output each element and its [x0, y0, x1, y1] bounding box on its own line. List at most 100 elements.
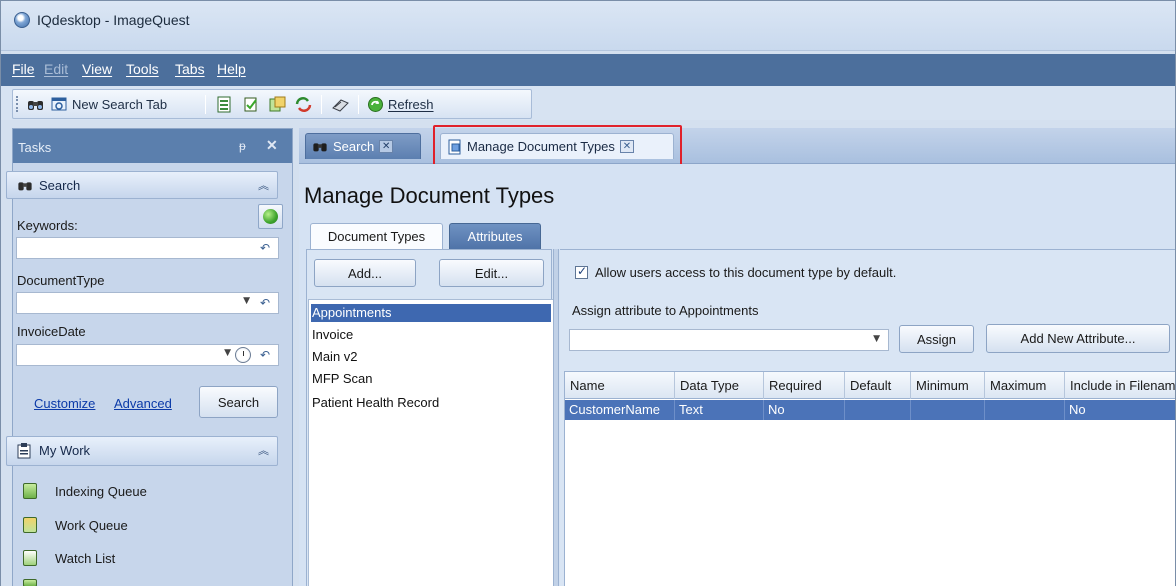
add-new-attribute-button[interactable]: Add New Attribute... — [986, 324, 1170, 353]
page-title: Manage Document Types — [304, 183, 555, 208]
document-type-label: DocumentType — [17, 273, 105, 288]
menu-bar: File Edit View Tools Tabs Help — [1, 54, 1175, 86]
assign-button[interactable]: Assign — [899, 325, 974, 353]
refresh-icon — [368, 96, 383, 112]
search-section-header[interactable]: Search ︽ — [6, 171, 278, 199]
undo-icon[interactable]: ↶ — [260, 296, 270, 310]
column-header-include-in-filename[interactable]: Include in Filename — [1065, 372, 1175, 399]
my-work-item-work-queue[interactable]: Work Queue — [55, 518, 128, 533]
work-queue-toolbar-button[interactable] — [269, 95, 286, 113]
menu-tabs[interactable]: Tabs — [175, 61, 205, 77]
document-types-list: Appointments Invoice Main v2 MFP Scan Pa… — [308, 299, 555, 586]
list-item[interactable]: Invoice — [311, 326, 551, 344]
clipboard-icon — [17, 443, 31, 459]
cell-include-in-filename: No — [1065, 400, 1175, 420]
my-work-item-watch-list[interactable]: Watch List — [55, 551, 115, 566]
undo-icon[interactable]: ↶ — [260, 241, 270, 255]
tab-attributes[interactable]: Attributes — [449, 223, 541, 249]
collapse-chevron-icon[interactable]: ︽ — [258, 442, 269, 458]
my-work-section-header[interactable]: My Work ︽ — [6, 436, 278, 466]
window-title: IQdesktop - ImageQuest — [37, 12, 190, 28]
invoice-date-picker[interactable]: ▼ ↶ — [16, 344, 279, 366]
tasks-pane-header: Tasks ᵽ ✕ — [13, 129, 292, 163]
new-search-tab-label: New Search Tab — [72, 96, 168, 112]
column-header-maximum[interactable]: Maximum — [985, 372, 1065, 399]
toolbar: New Search Tab Refresh — [12, 89, 532, 119]
toolbar-separator — [205, 95, 206, 114]
collapse-chevron-icon[interactable]: ︽ — [258, 177, 269, 193]
attributes-grid: Name Data Type Required Default Minimum … — [564, 371, 1175, 586]
close-tab-icon[interactable]: ✕ — [379, 140, 394, 153]
clock-icon[interactable] — [235, 347, 251, 363]
edit-button[interactable]: Edit... — [439, 259, 544, 287]
keywords-label: Keywords: — [17, 218, 78, 233]
pin-icon[interactable]: ᵽ — [239, 139, 246, 153]
my-work-next-icon — [23, 579, 37, 586]
search-section-title: Search — [39, 178, 81, 193]
allow-access-label: Allow users access to this document type… — [595, 265, 897, 280]
add-button[interactable]: Add... — [314, 259, 416, 287]
sync-button[interactable] — [295, 95, 312, 113]
list-item[interactable]: Main v2 — [311, 348, 551, 366]
grid-header-row: Name Data Type Required Default Minimum … — [565, 372, 1175, 399]
search-button[interactable]: Search — [199, 386, 278, 418]
column-header-name[interactable]: Name — [565, 372, 675, 399]
tab-search-label: Search — [333, 139, 375, 154]
tab-search[interactable]: Search ✕ — [305, 133, 421, 159]
refresh-icon — [263, 209, 278, 224]
keywords-input[interactable]: ↶ — [16, 237, 279, 259]
tasks-pane-title: Tasks — [18, 140, 52, 155]
list-item[interactable]: Appointments — [311, 304, 551, 322]
panel-splitter[interactable] — [553, 249, 559, 586]
list-item[interactable]: MFP Scan — [311, 370, 551, 388]
advanced-link[interactable]: Advanced — [114, 396, 172, 411]
new-search-tab-button[interactable]: New Search Tab — [51, 95, 167, 113]
list-item[interactable]: Patient Health Record — [311, 394, 551, 412]
invoice-date-label: InvoiceDate — [17, 324, 86, 339]
menu-help[interactable]: Help — [217, 61, 246, 77]
column-header-required[interactable]: Required — [764, 372, 845, 399]
binoculars-button[interactable] — [27, 95, 44, 113]
column-header-default[interactable]: Default — [845, 372, 911, 399]
close-icon[interactable]: ✕ — [266, 137, 278, 154]
table-row[interactable]: CustomerName Text No No — [565, 400, 1175, 420]
binoculars-icon — [313, 143, 327, 152]
indexing-queue-icon — [23, 483, 37, 499]
title-bar: IQdesktop - ImageQuest — [1, 1, 1175, 51]
column-header-minimum[interactable]: Minimum — [911, 372, 985, 399]
my-work-title: My Work — [39, 443, 91, 458]
watch-list-icon — [23, 550, 37, 566]
scan-button[interactable] — [332, 95, 349, 113]
menu-file[interactable]: File — [12, 61, 35, 77]
binoculars-icon — [28, 100, 43, 110]
dropdown-arrow-icon[interactable]: ▼ — [224, 348, 231, 358]
toolbar-separator — [321, 95, 322, 114]
work-queue-icon — [269, 96, 286, 111]
tab-document-types[interactable]: Document Types — [310, 223, 443, 249]
assign-attribute-label: Assign attribute to Appointments — [572, 303, 759, 318]
refresh-toolbar-button[interactable]: Refresh — [367, 95, 434, 113]
toolbar-grip[interactable] — [16, 96, 19, 112]
allow-access-checkbox[interactable] — [575, 264, 588, 279]
column-header-data-type[interactable]: Data Type — [675, 372, 764, 399]
cell-maximum — [985, 400, 1065, 420]
cell-required: No — [764, 400, 845, 420]
scanner-icon — [332, 98, 349, 112]
menu-view[interactable]: View — [82, 61, 112, 77]
my-work-item-indexing-queue[interactable]: Indexing Queue — [55, 484, 147, 499]
customize-link[interactable]: Customize — [34, 396, 95, 411]
document-type-select[interactable]: ▼ ↶ — [16, 292, 279, 314]
dropdown-arrow-icon[interactable]: ▼ — [873, 334, 880, 344]
undo-icon[interactable]: ↶ — [260, 348, 270, 362]
refresh-search-button[interactable] — [258, 204, 283, 229]
cell-minimum — [911, 400, 985, 420]
menu-tools[interactable]: Tools — [126, 61, 159, 77]
dropdown-arrow-icon[interactable]: ▼ — [243, 296, 250, 306]
watch-list-toolbar-button[interactable] — [243, 95, 260, 113]
attribute-select[interactable]: ▼ — [569, 329, 889, 351]
menu-edit[interactable]: Edit — [44, 61, 68, 77]
indexing-button[interactable] — [216, 95, 233, 113]
new-search-tab-icon — [51, 97, 67, 110]
toolbar-separator — [358, 95, 359, 114]
refresh-label: Refresh — [388, 96, 434, 112]
